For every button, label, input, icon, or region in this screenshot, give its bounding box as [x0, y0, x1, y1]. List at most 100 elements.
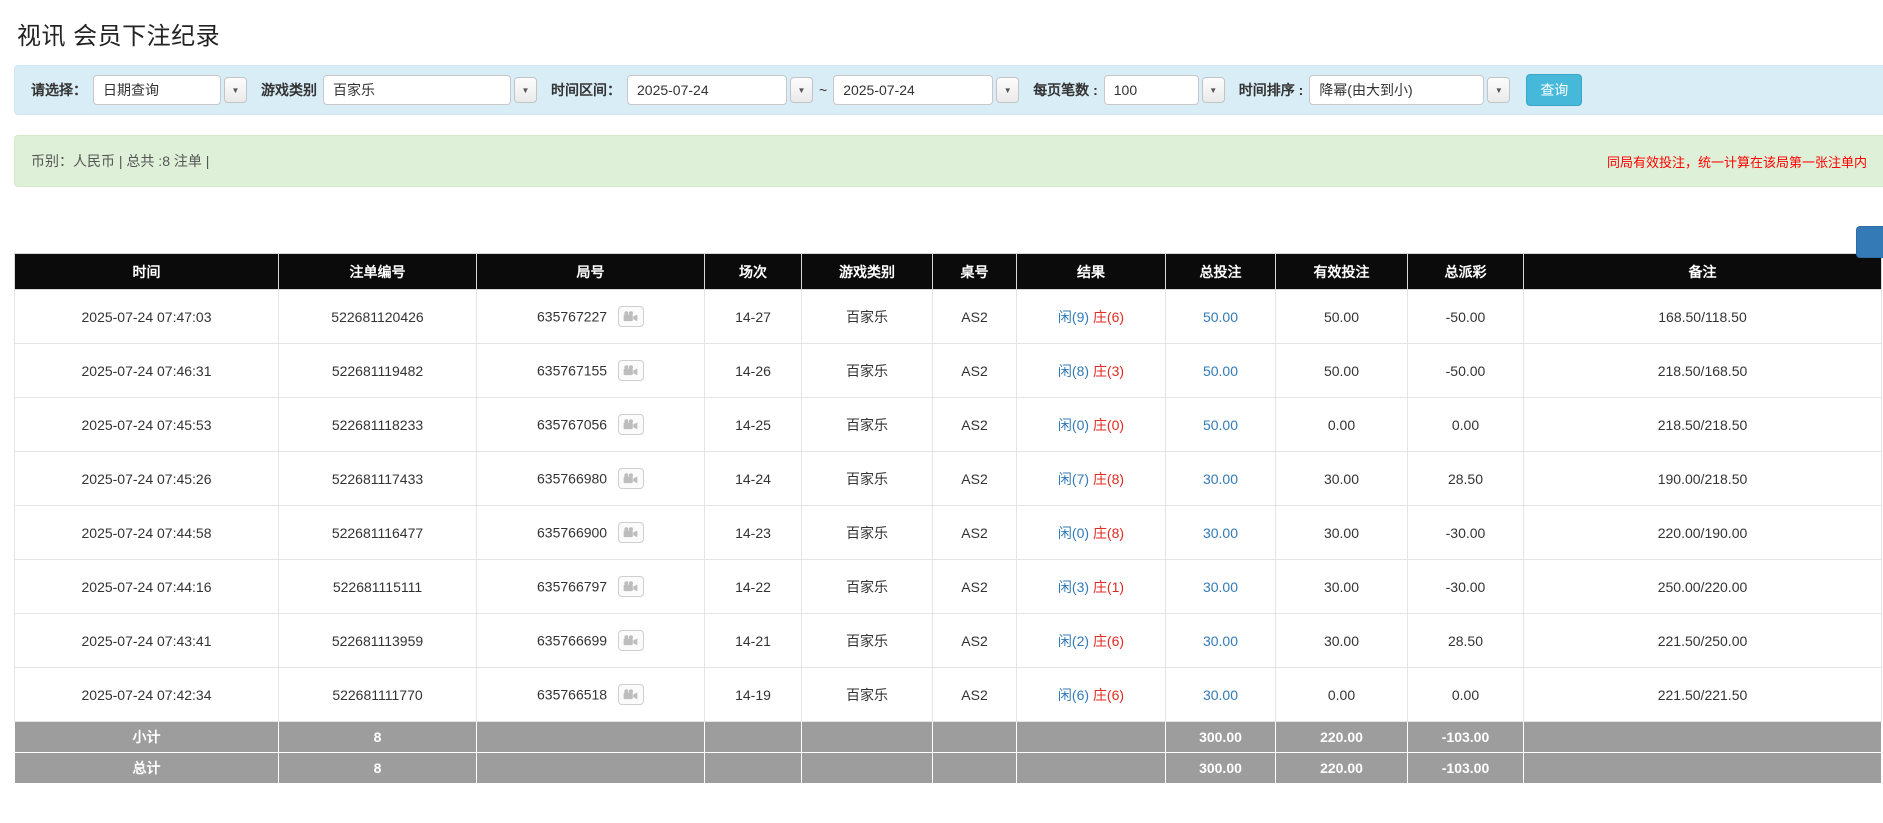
- cell-total-bet: 30.00: [1166, 614, 1276, 668]
- cell-table-no: AS2: [933, 506, 1017, 560]
- sort-caret-button[interactable]: ▼: [1487, 77, 1510, 103]
- cell-table-no: AS2: [933, 560, 1017, 614]
- cell-valid-bet: 50.00: [1276, 290, 1408, 344]
- total-bet-link[interactable]: 50.00: [1203, 363, 1238, 379]
- cell-bet-id: 522681117433: [279, 452, 477, 506]
- footer-cell: [802, 753, 933, 784]
- result-player: 闲(8): [1058, 363, 1089, 379]
- query-type-caret-button[interactable]: ▼: [224, 77, 247, 103]
- cell-game-type: 百家乐: [802, 290, 933, 344]
- cell-result: 闲(6) 庄(6): [1017, 668, 1166, 722]
- total-bet-link[interactable]: 50.00: [1203, 417, 1238, 433]
- video-replay-icon[interactable]: [618, 684, 644, 705]
- per-page-input[interactable]: [1104, 75, 1199, 105]
- footer-cell: [802, 722, 933, 753]
- chevron-down-icon: ▼: [1209, 86, 1217, 95]
- date-to-caret-button[interactable]: ▼: [996, 77, 1019, 103]
- cell-round-id: 635766980: [477, 452, 705, 506]
- cell-result: 闲(0) 庄(0): [1017, 398, 1166, 452]
- footer-cell: [1524, 753, 1882, 784]
- total-bet-link[interactable]: 30.00: [1203, 579, 1238, 595]
- cell-result: 闲(7) 庄(8): [1017, 452, 1166, 506]
- footer-row: 小计8300.00220.00-103.00: [15, 722, 1882, 753]
- select-type-label: 请选择：: [31, 80, 87, 100]
- cell-time: 2025-07-24 07:43:41: [15, 614, 279, 668]
- game-type-label: 游戏类别: [261, 80, 317, 100]
- video-replay-icon[interactable]: [618, 306, 644, 327]
- date-to-input[interactable]: [833, 75, 993, 105]
- cell-payout: 28.50: [1408, 452, 1524, 506]
- cell-game-type: 百家乐: [802, 452, 933, 506]
- search-button[interactable]: 查询: [1526, 74, 1582, 106]
- date-from-caret-button[interactable]: ▼: [790, 77, 813, 103]
- footer-cell: [705, 753, 802, 784]
- video-replay-icon[interactable]: [618, 414, 644, 435]
- cell-payout: 28.50: [1408, 614, 1524, 668]
- table-body: 2025-07-24 07:47:03 522681120426 6357672…: [15, 290, 1882, 722]
- cell-round-id: 635766900: [477, 506, 705, 560]
- cell-bet-id: 522681116477: [279, 506, 477, 560]
- round-id-text: 635766900: [537, 525, 607, 541]
- total-bet-link[interactable]: 50.00: [1203, 309, 1238, 325]
- total-bet-link[interactable]: 30.00: [1203, 633, 1238, 649]
- clipped-action-button[interactable]: [1856, 226, 1883, 258]
- total-bet-link[interactable]: 30.00: [1203, 471, 1238, 487]
- per-page-label: 每页笔数 :: [1033, 80, 1098, 100]
- time-range-label: 时间区间：: [551, 80, 621, 100]
- query-type-input[interactable]: [93, 75, 221, 105]
- footer-cell: 8: [279, 753, 477, 784]
- result-player: 闲(0): [1058, 525, 1089, 541]
- cell-game-type: 百家乐: [802, 344, 933, 398]
- bet-records-table: 时间注单编号局号场次游戏类别桌号结果总投注有效投注总派彩备注 2025-07-2…: [14, 253, 1882, 784]
- footer-cell: [477, 753, 705, 784]
- video-replay-icon[interactable]: [618, 630, 644, 651]
- round-id-text: 635767227: [537, 309, 607, 325]
- cell-bet-id: 522681111770: [279, 668, 477, 722]
- cell-payout: -30.00: [1408, 560, 1524, 614]
- result-player: 闲(9): [1058, 309, 1089, 325]
- round-id-text: 635766980: [537, 471, 607, 487]
- sort-input[interactable]: [1309, 75, 1484, 105]
- total-bet-link[interactable]: 30.00: [1203, 687, 1238, 703]
- cell-result: 闲(2) 庄(6): [1017, 614, 1166, 668]
- cell-round-id: 635767056: [477, 398, 705, 452]
- cell-total-bet: 50.00: [1166, 290, 1276, 344]
- cell-time: 2025-07-24 07:42:34: [15, 668, 279, 722]
- cell-total-bet: 30.00: [1166, 668, 1276, 722]
- footer-cell: 300.00: [1166, 753, 1276, 784]
- column-header: 场次: [705, 254, 802, 290]
- footer-cell: 220.00: [1276, 753, 1408, 784]
- video-replay-icon[interactable]: [618, 468, 644, 489]
- cell-total-bet: 30.00: [1166, 506, 1276, 560]
- currency-total-text: 币别：人民币 | 总共 :8 注单 |: [31, 151, 209, 171]
- round-id-text: 635766518: [537, 687, 607, 703]
- cell-remark: 218.50/218.50: [1524, 398, 1882, 452]
- game-type-caret-button[interactable]: ▼: [514, 77, 537, 103]
- result-banker: 庄(8): [1093, 471, 1124, 487]
- cell-time: 2025-07-24 07:45:53: [15, 398, 279, 452]
- cell-game-type: 百家乐: [802, 560, 933, 614]
- total-bet-link[interactable]: 30.00: [1203, 525, 1238, 541]
- date-from-input[interactable]: [627, 75, 787, 105]
- cell-valid-bet: 30.00: [1276, 452, 1408, 506]
- footer-row: 总计8300.00220.00-103.00: [15, 753, 1882, 784]
- sort-label: 时间排序 :: [1239, 80, 1304, 100]
- cell-table-no: AS2: [933, 290, 1017, 344]
- video-replay-icon[interactable]: [618, 360, 644, 381]
- per-page-caret-button[interactable]: ▼: [1202, 77, 1225, 103]
- table-row: 2025-07-24 07:45:26 522681117433 6357669…: [15, 452, 1882, 506]
- video-replay-icon[interactable]: [618, 576, 644, 597]
- cell-round-id: 635767227: [477, 290, 705, 344]
- date-from-combo: ▼: [627, 75, 813, 105]
- cell-payout: -50.00: [1408, 344, 1524, 398]
- game-type-input[interactable]: [323, 75, 511, 105]
- cell-valid-bet: 30.00: [1276, 560, 1408, 614]
- result-banker: 庄(6): [1093, 687, 1124, 703]
- round-id-text: 635767056: [537, 417, 607, 433]
- filter-bar: 请选择： ▼ 游戏类别 ▼ 时间区间： ▼ ~ ▼ 每页笔数 : ▼ 时间排序 …: [14, 65, 1883, 115]
- result-player: 闲(2): [1058, 633, 1089, 649]
- page-title: 视讯 会员下注纪录: [17, 16, 1883, 51]
- round-id-text: 635766699: [537, 633, 607, 649]
- video-replay-icon[interactable]: [618, 522, 644, 543]
- table-row: 2025-07-24 07:42:34 522681111770 6357665…: [15, 668, 1882, 722]
